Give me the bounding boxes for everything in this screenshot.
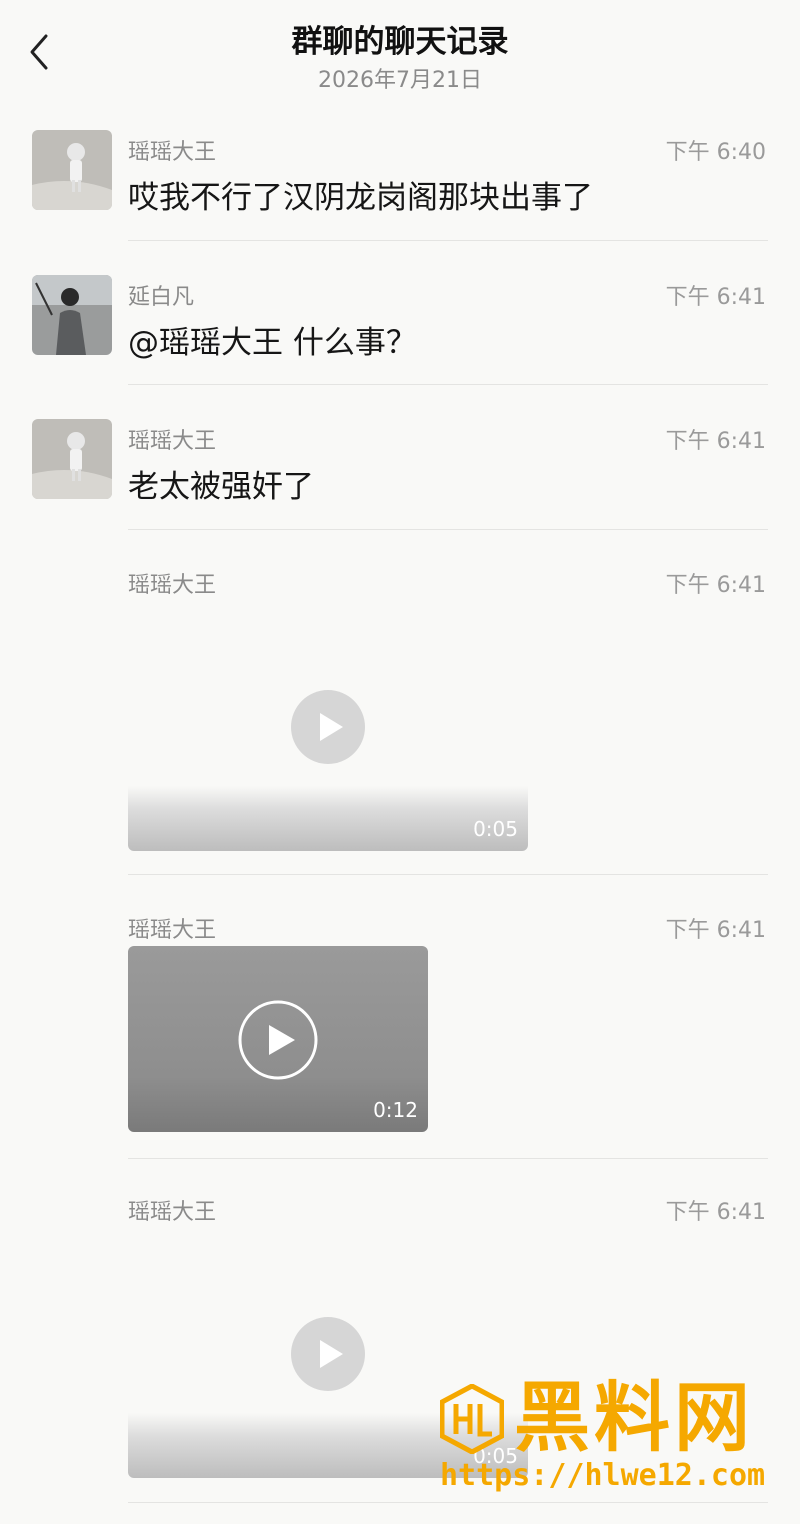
history-date: 2026年7月21日 bbox=[318, 68, 482, 93]
divider bbox=[128, 1158, 768, 1159]
video-thumbnail[interactable]: 0:12 bbox=[128, 946, 428, 1132]
avatar[interactable] bbox=[32, 275, 112, 355]
divider bbox=[128, 874, 768, 875]
avatar[interactable] bbox=[32, 419, 112, 499]
message-item: 瑶瑶大王 下午 6:41 0:05 bbox=[0, 563, 800, 877]
divider bbox=[128, 529, 768, 530]
watermark-url: https://hlwe12.com bbox=[440, 1458, 766, 1493]
sender-name: 延白凡 bbox=[128, 285, 195, 310]
message-time: 下午 6:40 bbox=[665, 140, 766, 165]
page-title: 群聊的聊天记录 bbox=[291, 24, 509, 60]
message-item: 瑶瑶大王 下午 6:41 老太被强奸了 bbox=[0, 419, 800, 531]
divider bbox=[128, 1502, 768, 1503]
message-item: 延白凡 下午 6:41 @瑶瑶大王 什么事？ bbox=[0, 275, 800, 387]
sender-name: 瑶瑶大王 bbox=[128, 140, 217, 165]
watermark: 黑料网 https://hlwe12.com bbox=[440, 1378, 780, 1498]
chat-history-header: 群聊的聊天记录 2026年7月21日 bbox=[0, 0, 800, 110]
message-text: 老太被强奸了 bbox=[128, 469, 314, 505]
video-thumbnail[interactable]: 0:05 bbox=[128, 619, 528, 851]
message-time: 下午 6:41 bbox=[665, 429, 766, 454]
watermark-name: 黑料网 bbox=[514, 1373, 754, 1462]
divider bbox=[128, 384, 768, 385]
play-icon[interactable] bbox=[290, 689, 366, 765]
divider bbox=[128, 240, 768, 241]
message-time: 下午 6:41 bbox=[665, 1200, 766, 1225]
message-item: 瑶瑶大王 下午 6:40 哎我不行了汉阴龙岗阁那块出事了 bbox=[0, 130, 800, 242]
avatar[interactable] bbox=[32, 130, 112, 210]
message-text: @瑶瑶大王 什么事？ bbox=[128, 325, 417, 361]
message-time: 下午 6:41 bbox=[665, 285, 766, 310]
message-item: 瑶瑶大王 下午 6:41 0:12 bbox=[0, 908, 800, 1160]
sender-name: 瑶瑶大王 bbox=[128, 573, 217, 598]
sender-name: 瑶瑶大王 bbox=[128, 918, 217, 943]
video-duration: 0:05 bbox=[473, 817, 518, 841]
message-time: 下午 6:41 bbox=[665, 918, 766, 943]
watermark-logo-icon bbox=[440, 1384, 504, 1454]
sender-name: 瑶瑶大王 bbox=[128, 1200, 217, 1225]
play-icon[interactable] bbox=[290, 1316, 366, 1392]
sender-name: 瑶瑶大王 bbox=[128, 429, 217, 454]
play-icon[interactable] bbox=[238, 1000, 318, 1080]
message-text: 哎我不行了汉阴龙岗阁那块出事了 bbox=[128, 180, 593, 216]
video-duration: 0:12 bbox=[373, 1098, 418, 1122]
message-time: 下午 6:41 bbox=[665, 573, 766, 598]
